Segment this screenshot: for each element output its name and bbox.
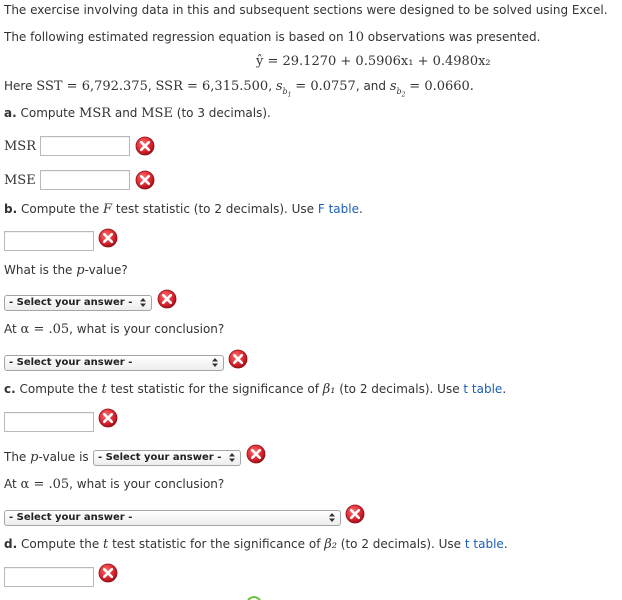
p-value-question-start: What is the <box>4 263 77 277</box>
part-b-heading: b. Compute the F test statistic (to 2 de… <box>4 202 363 217</box>
part-c-end: . <box>502 382 507 396</box>
part-c-text3: (to 2 decimals). Use <box>335 382 464 396</box>
p-value-line-start: The <box>4 450 31 464</box>
alpha-question-end: , what is your conclusion? <box>69 322 225 336</box>
alpha-value: α = .05 <box>20 477 70 492</box>
part-b-F: F <box>103 202 113 217</box>
beta-2-symbol: β₂ <box>324 537 337 552</box>
stats-line: Here SST = 6,792.375, SSR = 6,315.500, s… <box>4 79 474 99</box>
ssr-value: SSR = 6,315.500 <box>155 79 269 94</box>
msr-label: MSR <box>4 139 37 154</box>
dropdown-arrows-icon <box>212 356 218 370</box>
part-a-suffix: (to 3 decimals). <box>172 106 271 120</box>
part-d-end: . <box>503 537 508 551</box>
mse-input[interactable] <box>40 170 130 190</box>
alpha-value: α = .05 <box>20 322 70 337</box>
error-x-icon <box>98 408 118 428</box>
part-d-text3: (to 2 decimals). Use <box>336 537 465 551</box>
p-value-question: What is the p-value? <box>4 263 128 278</box>
error-x-icon <box>157 289 177 309</box>
p-value-question-end: -value? <box>84 263 128 277</box>
beta-1-symbol: β₁ <box>322 382 336 397</box>
part-b-text2: test statistic (to 2 decimals). Use <box>112 202 318 216</box>
part-a-and: and <box>111 106 142 120</box>
intro-text: The following estimated regression equat… <box>4 30 348 44</box>
error-x-icon <box>135 170 155 190</box>
part-c-text2: test statistic for the significance of <box>106 382 323 396</box>
intro-line-2: The following estimated regression equat… <box>4 30 540 45</box>
alpha-question-start: At <box>4 477 21 491</box>
sb2-symbol: sb2 <box>389 79 406 99</box>
part-a-heading: a. Compute MSR and MSE (to 3 decimals). <box>4 106 271 121</box>
dropdown-arrows-icon <box>140 296 146 310</box>
p-value-line-c: The p-value is <box>4 450 89 465</box>
p-symbol: p <box>76 263 85 278</box>
part-d-prefix: d. <box>4 537 18 551</box>
p-value-select-c[interactable]: - Select your answer - <box>93 450 241 466</box>
f-table-link[interactable]: F table <box>318 202 359 216</box>
p-value-select-label: - Select your answer - <box>9 297 133 308</box>
part-b-end: . <box>358 202 363 216</box>
p-value-select-label: - Select your answer - <box>98 452 222 463</box>
alpha-question-b: At α = .05, what is your conclusion? <box>4 322 224 337</box>
observation-count: 10 <box>347 30 364 45</box>
error-x-icon <box>228 349 248 369</box>
t-statistic-b1-input[interactable] <box>4 412 94 432</box>
stats-and: , and <box>355 79 390 93</box>
stats-here: Here <box>4 79 37 93</box>
sst-value: SST = 6,792.375 <box>36 79 148 94</box>
sb1-symbol: sb1 <box>275 79 292 99</box>
conclusion-select-label: - Select your answer - <box>9 512 133 523</box>
part-a-prefix: a. <box>4 106 17 120</box>
part-a-mse: MSE <box>141 106 173 121</box>
part-c-text: Compute the <box>15 382 102 396</box>
part-d-heading: d. Compute the t test statistic for the … <box>4 537 508 552</box>
sb2-value: = 0.0660. <box>409 79 474 94</box>
part-b-text: Compute the <box>17 202 104 216</box>
error-x-icon <box>345 504 365 524</box>
part-a-text: Compute <box>16 106 80 120</box>
error-x-icon <box>246 444 266 464</box>
part-d-text2: test statistic for the significance of <box>108 537 325 551</box>
p-value-select[interactable]: - Select your answer - <box>4 295 152 311</box>
alpha-question-end: , what is your conclusion? <box>69 477 225 491</box>
part-c-heading: c. Compute the t test statistic for the … <box>4 382 506 397</box>
conclusion-select-label: - Select your answer - <box>9 357 133 368</box>
part-c-prefix: c. <box>4 382 16 396</box>
p-value-line-end: -value is <box>38 450 89 464</box>
t-table-link[interactable]: t table <box>463 382 502 396</box>
partial-check-icon <box>247 596 261 600</box>
conclusion-select-b[interactable]: - Select your answer - <box>4 355 224 371</box>
f-statistic-input[interactable] <box>4 231 94 251</box>
intro-text-end: observations was presented. <box>363 30 541 44</box>
error-x-icon <box>98 563 118 583</box>
part-d-text: Compute the <box>17 537 104 551</box>
t-table-link[interactable]: t table <box>465 537 504 551</box>
mse-label: MSE <box>4 173 36 188</box>
dropdown-arrows-icon <box>329 511 335 525</box>
error-x-icon <box>135 136 155 156</box>
intro-line-1: The exercise involving data in this and … <box>4 3 608 17</box>
t-statistic-b2-input[interactable] <box>4 567 94 587</box>
sb1-value: = 0.0757 <box>295 79 356 94</box>
conclusion-select-c[interactable]: - Select your answer - <box>4 510 341 526</box>
dropdown-arrows-icon <box>229 451 235 465</box>
msr-input[interactable] <box>40 136 130 156</box>
part-b-prefix: b. <box>4 202 18 216</box>
part-a-msr: MSR <box>79 106 112 121</box>
alpha-question-start: At <box>4 322 21 336</box>
alpha-question-c: At α = .05, what is your conclusion? <box>4 477 224 492</box>
error-x-icon <box>98 228 118 248</box>
regression-equation: ŷ = 29.1270 + 0.5906x₁ + 0.4980x₂ <box>256 54 491 69</box>
